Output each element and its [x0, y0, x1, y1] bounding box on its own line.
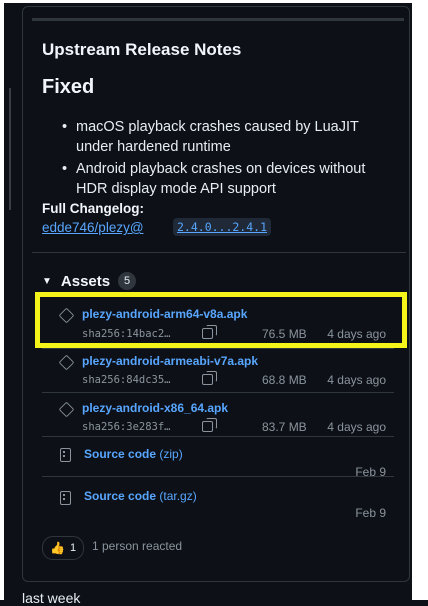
asset-sha: sha256:3e283f… [82, 421, 171, 433]
package-icon [58, 401, 75, 418]
screen-frame-right [412, 0, 428, 600]
file-zip-icon [60, 491, 71, 505]
source-code-format: (zip) [159, 447, 183, 461]
asset-date: 4 days ago [327, 373, 386, 387]
changelog-compare-link[interactable]: 2.4.0...2.4.1 [173, 218, 272, 236]
source-code-label: Source code [84, 447, 157, 461]
asset-row: Source code (tar.gz) Feb 9 [42, 476, 394, 523]
assets-divider [32, 252, 406, 253]
assets-count-badge: 5 [118, 272, 137, 290]
source-code-zip-link[interactable]: Source code (zip) [84, 447, 183, 461]
fix-item: Android playback crashes on devices with… [62, 159, 392, 199]
asset-download-link[interactable]: plezy-android-x86_64.apk [82, 401, 228, 415]
asset-date: 4 days ago [327, 420, 386, 434]
reaction-summary: 1 person reacted [92, 539, 183, 553]
fixed-heading: Fixed [42, 76, 95, 98]
reaction-count: 1 [69, 542, 77, 554]
source-code-targz-link[interactable]: Source code (tar.gz) [84, 489, 197, 503]
copy-icon[interactable] [202, 371, 217, 385]
asset-download-link[interactable]: plezy-android-armeabi-v7a.apk [82, 354, 258, 368]
screen-frame-top [0, 0, 428, 3]
top-divider [32, 18, 404, 21]
triangle-down-icon: ▼ [42, 275, 52, 287]
source-code-label: Source code [84, 489, 157, 503]
asset-row: plezy-android-armeabi-v7a.apk sha256:84d… [42, 348, 394, 393]
asset-row: Source code (zip) Feb 9 [42, 436, 394, 479]
upstream-release-notes-heading: Upstream Release Notes [42, 40, 242, 59]
package-icon [58, 354, 75, 371]
asset-date: Feb 9 [355, 506, 386, 520]
fix-item: macOS playback crashes caused by LuaJIT … [62, 117, 392, 157]
screen-frame-left [0, 0, 4, 600]
reaction-button[interactable]: 👍 1 [42, 536, 85, 560]
asset-row: plezy-android-x86_64.apk sha256:3e283f… … [42, 392, 394, 437]
full-changelog-label: Full Changelog: [42, 201, 144, 216]
fixes-list: macOS playback crashes caused by LuaJIT … [62, 117, 392, 201]
assets-title: Assets [60, 272, 111, 290]
source-code-format: (tar.gz) [159, 489, 197, 503]
asset-size: 83.7 MB [262, 420, 307, 434]
asset-size: 68.8 MB [262, 373, 307, 387]
highlight-box [35, 292, 407, 348]
thumbs-up-icon: 👍 [50, 541, 65, 555]
timeline-label: last week [22, 590, 81, 606]
page-edge-line [9, 88, 11, 210]
copy-icon[interactable] [202, 418, 217, 432]
file-zip-icon [60, 448, 71, 462]
assets-toggle[interactable]: ▼ Assets 5 [42, 272, 137, 290]
changelog-repo-link[interactable]: edde746/plezy@ [42, 220, 144, 235]
asset-sha: sha256:84dc35… [82, 374, 171, 386]
